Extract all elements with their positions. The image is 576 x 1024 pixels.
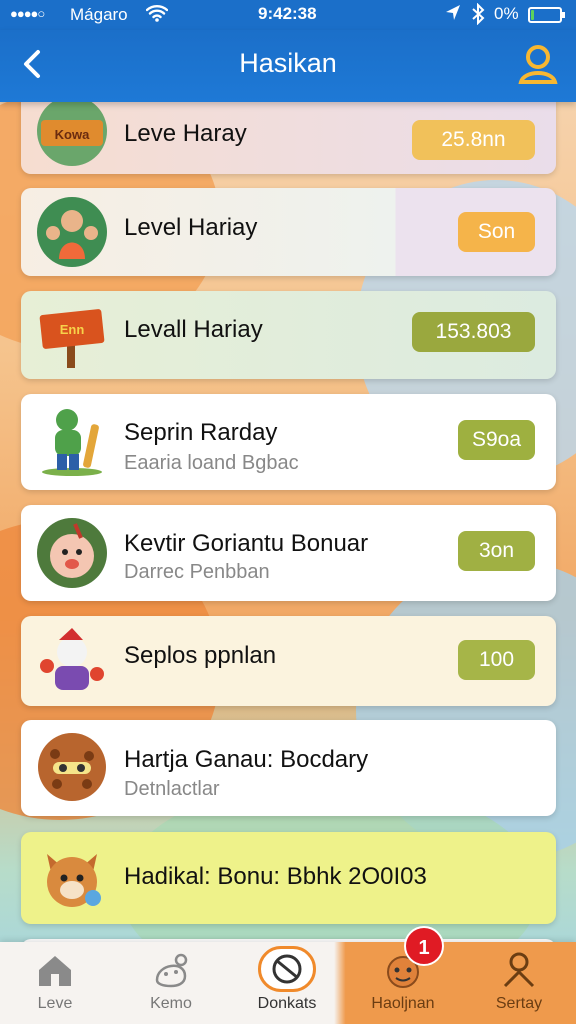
battery-level — [531, 10, 534, 20]
list-item[interactable]: Kevtir Goriantu Bonuar Darrec Penbban 3o… — [21, 505, 556, 601]
clock: 9:42:38 — [258, 4, 317, 23]
item-title: Seplos ppnlan — [124, 642, 277, 669]
item-title: Kevtir Goriantu Bonuar — [124, 530, 369, 557]
tab-kemo[interactable]: Kemo — [116, 942, 226, 1024]
value-badge[interactable]: 3on — [458, 531, 535, 571]
list-item[interactable]: Hadikal: Bonu: Bbhk 2O0I03 — [21, 832, 556, 924]
item-title: Hartja Ganau: Bocdary — [124, 746, 369, 773]
tab-label: Haoljnan — [371, 995, 435, 1012]
list-item[interactable]: Level Hariay Son — [21, 188, 556, 276]
tab-sertay[interactable]: Sertay — [464, 942, 574, 1024]
mascot-icon — [37, 626, 107, 696]
navigation-bar: Hasikan — [0, 30, 576, 102]
cartoon-face-icon — [37, 518, 107, 588]
user-icon[interactable] — [516, 42, 560, 86]
item-title: Leve Haray — [124, 120, 247, 147]
battery-percent: 0% — [494, 4, 519, 23]
storybook-icon: Kowa — [37, 96, 107, 166]
notification-badge: 1 — [404, 926, 444, 966]
tab-label: Leve — [37, 995, 73, 1012]
signal-strength: ●●●●○ — [10, 6, 45, 21]
location-icon — [444, 3, 462, 28]
kids-icon — [37, 197, 107, 267]
bonus-list: Kowa Leve Haray 25.8nn Level Hariay Son … — [0, 90, 576, 979]
tab-donkats[interactable]: Donkats — [232, 942, 342, 1024]
value-badge[interactable]: S9oa — [458, 420, 535, 460]
carrier-name: Mágaro — [70, 5, 128, 24]
item-title: Level Hariay — [124, 214, 258, 241]
item-subtitle: Darrec Penbban — [124, 561, 270, 583]
tab-bar: Leve Kemo Donkats Haoljnan Sertay — [0, 942, 576, 1024]
page-title: Hasikan — [239, 48, 337, 78]
item-subtitle: Eaaria loand Bgbac — [124, 452, 299, 474]
crossed-circle-icon — [267, 949, 307, 989]
list-item[interactable]: Enn Levall Hariay 153.803 — [21, 291, 556, 379]
wifi-icon — [145, 3, 169, 28]
cricket-player-icon — [37, 406, 107, 476]
item-title: Hadikal: Bonu: Bbhk 2O0I03 — [124, 863, 427, 890]
value-badge[interactable]: Son — [458, 212, 535, 252]
list-item[interactable]: Seplos ppnlan 100 — [21, 616, 556, 706]
cookie-face-icon — [37, 732, 107, 802]
tab-label: Sertay — [495, 995, 543, 1012]
item-subtitle: Detnlactlar — [124, 778, 220, 800]
sign-board-label: Enn — [60, 322, 85, 337]
item-title: Levall Hariay — [124, 316, 263, 343]
list-item[interactable]: Kowa Leve Haray 25.8nn — [21, 90, 556, 174]
tab-leve[interactable]: Leve — [0, 942, 110, 1024]
tab-label: Kemo — [150, 995, 192, 1012]
status-bar: ●●●●○ Mágaro 9:42:38 0% — [0, 0, 576, 30]
battery-icon — [528, 7, 565, 23]
list-item[interactable]: Seprin Rarday Eaaria loand Bgbac S9oa — [21, 394, 556, 490]
value-badge[interactable]: 153.803 — [412, 312, 535, 352]
person-icon — [499, 950, 539, 990]
tab-label: Donkats — [257, 995, 317, 1012]
value-badge[interactable]: 25.8nn — [412, 120, 535, 160]
home-icon — [35, 950, 75, 990]
value-badge[interactable]: 100 — [458, 640, 535, 680]
fox-icon — [37, 844, 107, 914]
bluetooth-icon — [470, 2, 486, 30]
storybook-label: Kowa — [55, 127, 90, 142]
sign-board-icon: Enn — [37, 300, 107, 370]
item-title: Seprin Rarday — [124, 419, 278, 446]
creature-icon — [151, 950, 191, 990]
list-item[interactable]: Hartja Ganau: Bocdary Detnlactlar — [21, 720, 556, 816]
